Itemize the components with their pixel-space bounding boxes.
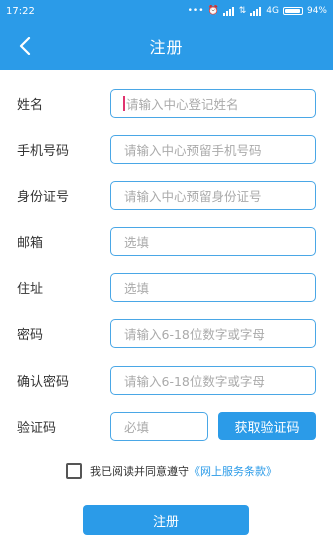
email-placeholder: 选填 — [124, 234, 150, 250]
form-row-confirm-password: 确认密码 请输入6-18位数字或字母 — [0, 365, 333, 395]
id-number-placeholder: 请输入中心预留身份证号 — [124, 188, 262, 204]
confirm-password-placeholder: 请输入6-18位数字或字母 — [124, 373, 265, 389]
phone-input[interactable]: 请输入中心预留手机号码 — [110, 134, 316, 164]
form-row-address: 住址 选填 — [0, 272, 333, 302]
email-label: 邮箱 — [17, 235, 44, 251]
dots-icon: ••• — [187, 6, 204, 16]
name-input[interactable]: 请输入中心登记姓名 — [110, 88, 316, 118]
password-label: 密码 — [17, 327, 44, 343]
back-button[interactable] — [10, 30, 40, 62]
register-button[interactable]: 注册 — [83, 505, 249, 535]
id-number-input[interactable]: 请输入中心预留身份证号 — [110, 180, 316, 210]
form-row-phone: 手机号码 请输入中心预留手机号码 — [0, 134, 333, 164]
text-cursor — [123, 95, 125, 111]
form-row-name: 姓名 请输入中心登记姓名 — [0, 88, 333, 118]
address-placeholder: 选填 — [124, 280, 150, 296]
form-row-email: 邮箱 选填 — [0, 226, 333, 256]
address-label: 住址 — [17, 281, 44, 297]
form-row-password: 密码 请输入6-18位数字或字母 — [0, 318, 333, 348]
confirm-password-label: 确认密码 — [17, 374, 70, 390]
phone-label: 手机号码 — [17, 143, 70, 159]
page-title: 注册 — [149, 38, 184, 57]
verification-code-placeholder: 必填 — [124, 419, 150, 435]
agreement-row: 我已阅读并同意遵守 《网上服务条款》 — [66, 463, 277, 479]
battery-icon — [282, 7, 303, 15]
name-placeholder: 请输入中心登记姓名 — [126, 96, 239, 112]
battery-percent: 94% — [306, 6, 327, 16]
verification-code-input[interactable]: 必填 — [110, 411, 208, 441]
verification-code-label: 验证码 — [17, 420, 57, 436]
email-input[interactable]: 选填 — [110, 226, 316, 256]
name-label: 姓名 — [17, 97, 44, 113]
signal-icon — [250, 6, 262, 16]
form-row-id-number: 身份证号 请输入中心预留身份证号 — [0, 180, 333, 210]
battery-level — [284, 9, 301, 13]
nav-bar: 注册 — [0, 22, 333, 70]
alarm-icon: ⏰ — [207, 6, 219, 16]
status-bar: 17:22 ••• ⏰ ⇅ 4G 94% — [0, 0, 333, 22]
signal-icon — [222, 6, 234, 16]
terms-link[interactable]: 《网上服务条款》 — [189, 463, 277, 479]
address-input[interactable]: 选填 — [110, 272, 316, 302]
password-placeholder: 请输入6-18位数字或字母 — [124, 326, 265, 342]
id-number-label: 身份证号 — [17, 189, 70, 205]
chevron-left-icon — [19, 37, 31, 55]
agreement-checkbox[interactable] — [66, 463, 82, 479]
status-icons: ••• ⏰ ⇅ 4G 94% — [188, 6, 327, 16]
agreement-text: 我已阅读并同意遵守 — [90, 465, 189, 478]
password-input[interactable]: 请输入6-18位数字或字母 — [110, 318, 316, 348]
phone-placeholder: 请输入中心预留手机号码 — [124, 142, 262, 158]
form-row-verification-code: 验证码 必填 获取验证码 — [0, 411, 333, 441]
status-time: 17:22 — [6, 5, 35, 17]
get-code-button[interactable]: 获取验证码 — [218, 412, 316, 440]
confirm-password-input[interactable]: 请输入6-18位数字或字母 — [110, 365, 316, 395]
wifi-icon: ⇅ — [238, 6, 247, 16]
network-type: 4G — [266, 6, 279, 16]
